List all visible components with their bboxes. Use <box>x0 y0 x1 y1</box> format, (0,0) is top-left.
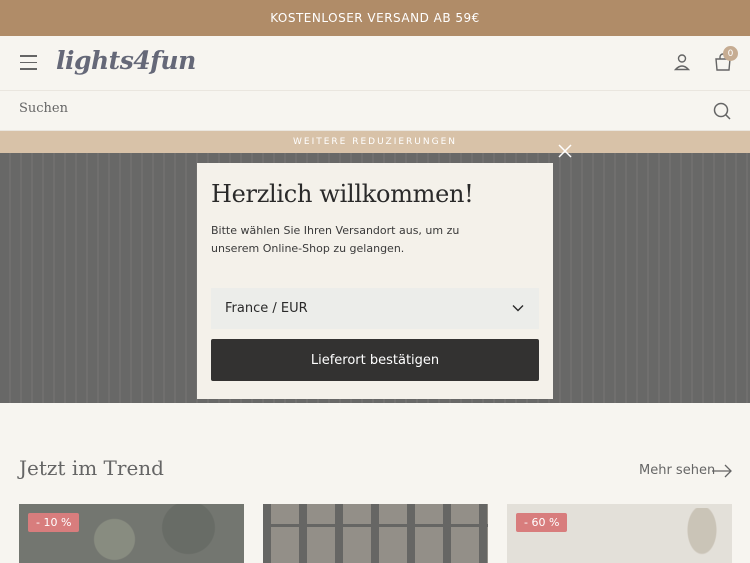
modal-title: Herzlich willkommen! <box>211 180 474 208</box>
promo-bar: KOSTENLOSER VERSAND AB 59€ <box>0 0 750 36</box>
close-icon[interactable] <box>557 143 573 159</box>
shipping-location-modal: Herzlich willkommen! Bitte wählen Sie Ih… <box>197 163 553 399</box>
country-select-value: France / EUR <box>225 301 308 316</box>
country-select[interactable]: France / EUR <box>211 288 539 329</box>
promo-text: KOSTENLOSER VERSAND AB 59€ <box>270 11 480 25</box>
chevron-down-icon <box>512 305 524 312</box>
confirm-location-button[interactable]: Lieferort bestätigen <box>211 339 539 381</box>
modal-description: Bitte wählen Sie Ihren Versandort aus, u… <box>211 224 460 255</box>
